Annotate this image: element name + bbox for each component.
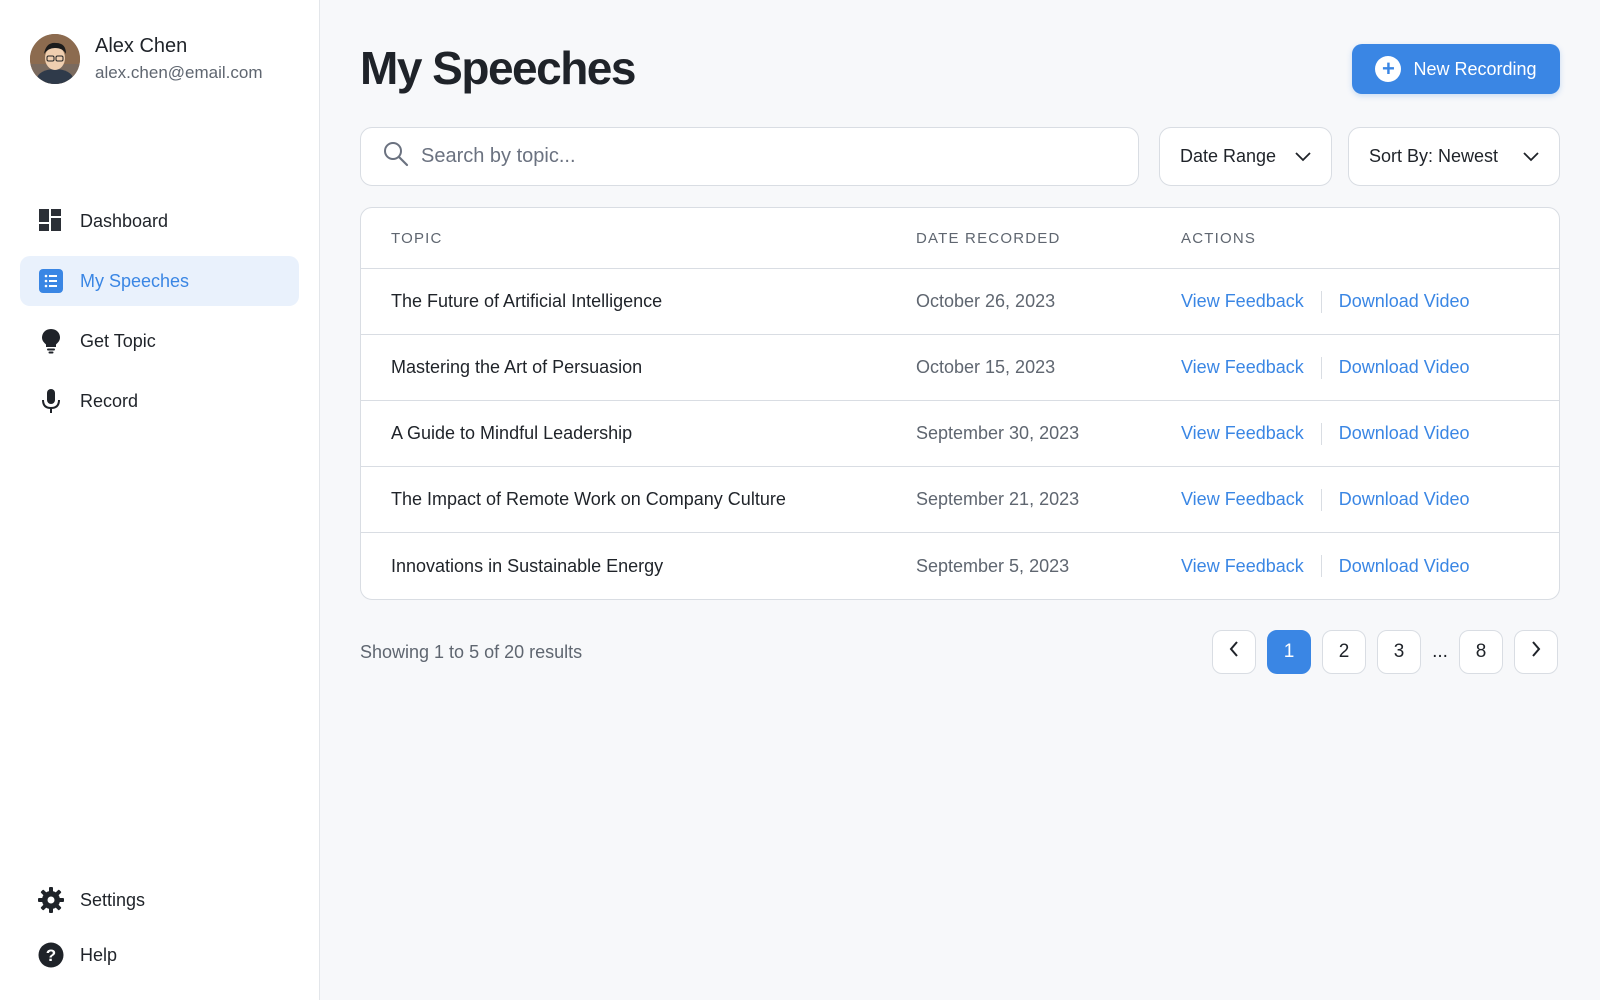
row-actions: View Feedback Download Video xyxy=(1181,488,1470,511)
sidebar-item-dashboard[interactable]: Dashboard xyxy=(20,196,299,246)
sidebar: Alex Chen alex.chen@email.com Dashboard xyxy=(0,0,320,1000)
download-video-link[interactable]: Download Video xyxy=(1339,556,1470,577)
column-header-date[interactable]: DATE RECORDED xyxy=(916,230,1061,247)
chevron-down-icon xyxy=(1523,146,1539,167)
sidebar-item-settings[interactable]: Settings xyxy=(20,875,299,925)
results-summary: Showing 1 to 5 of 20 results xyxy=(360,642,583,662)
download-video-link[interactable]: Download Video xyxy=(1339,357,1470,378)
row-date: October 15, 2023 xyxy=(916,357,1056,377)
row-topic: Innovations in Sustainable Energy xyxy=(391,555,664,576)
row-date: September 30, 2023 xyxy=(916,423,1080,443)
list-icon xyxy=(38,268,64,294)
row-topic: A Guide to Mindful Leadership xyxy=(391,423,633,443)
dashboard-icon xyxy=(38,208,64,234)
view-feedback-link[interactable]: View Feedback xyxy=(1181,489,1304,510)
sidebar-item-help[interactable]: ? Help xyxy=(20,930,299,980)
search-icon xyxy=(383,141,409,172)
table-row: The Impact of Remote Work on Company Cul… xyxy=(361,467,1559,533)
download-video-link[interactable]: Download Video xyxy=(1339,291,1470,312)
date-range-dropdown[interactable]: Date Range xyxy=(1159,127,1332,186)
speeches-table: TOPIC DATE RECORDED ACTIONS The Future o… xyxy=(360,207,1560,600)
row-date: September 5, 2023 xyxy=(916,555,1070,576)
sidebar-item-label: Record xyxy=(80,390,139,411)
next-page-button[interactable] xyxy=(1514,630,1558,674)
action-divider xyxy=(1320,356,1322,379)
sort-label: Sort By: Newest xyxy=(1369,146,1499,166)
help-icon: ? xyxy=(38,942,64,968)
pagination: 1 2 3 ... 8 xyxy=(1212,630,1569,674)
page-button-1[interactable]: 1 xyxy=(1267,630,1311,674)
table-row: The Future of Artificial Intelligence Oc… xyxy=(361,269,1559,335)
row-date: October 26, 2023 xyxy=(916,291,1056,311)
search-input[interactable] xyxy=(421,145,1101,168)
view-feedback-link[interactable]: View Feedback xyxy=(1181,291,1304,312)
sort-dropdown[interactable]: Sort By: Newest xyxy=(1348,127,1560,186)
sidebar-item-label: My Speeches xyxy=(80,270,190,291)
sidebar-item-record[interactable]: Record xyxy=(20,376,299,426)
date-range-label: Date Range xyxy=(1180,146,1277,166)
column-header-actions: ACTIONS xyxy=(1181,229,1257,247)
row-topic: Mastering the Art of Persuasion xyxy=(391,357,643,377)
sidebar-item-label: Get Topic xyxy=(80,330,156,351)
user-profile[interactable]: Alex Chen alex.chen@email.com xyxy=(30,33,263,85)
row-topic: The Future of Artificial Intelligence xyxy=(391,291,663,311)
new-recording-button[interactable]: + New Recording xyxy=(1352,44,1560,94)
new-recording-label: New Recording xyxy=(1413,58,1537,79)
user-name: Alex Chen xyxy=(95,35,188,57)
download-video-link[interactable]: Download Video xyxy=(1339,423,1470,444)
row-topic: The Impact of Remote Work on Company Cul… xyxy=(391,489,786,509)
table-row: Innovations in Sustainable Energy Septem… xyxy=(361,533,1559,599)
sidebar-bottom-nav: Settings ? Help xyxy=(20,875,299,985)
microphone-icon xyxy=(38,388,64,414)
sidebar-nav: Dashboard My Speeches Get Topic Record xyxy=(20,196,299,436)
sidebar-item-label: Help xyxy=(80,944,118,965)
chevron-left-icon xyxy=(1229,641,1239,663)
chevron-right-icon xyxy=(1531,641,1541,663)
sidebar-item-my-speeches[interactable]: My Speeches xyxy=(20,256,299,306)
action-divider xyxy=(1320,555,1322,577)
page-button-8[interactable]: 8 xyxy=(1459,630,1503,674)
download-video-link[interactable]: Download Video xyxy=(1339,489,1470,510)
plus-icon: + xyxy=(1375,56,1402,82)
row-actions: View Feedback Download Video xyxy=(1181,555,1470,577)
avatar xyxy=(30,34,80,84)
search-bar[interactable] xyxy=(360,127,1139,186)
svg-text:?: ? xyxy=(46,946,56,965)
page-title: My Speeches xyxy=(360,42,636,94)
chevron-down-icon xyxy=(1295,146,1311,167)
action-divider xyxy=(1320,290,1322,313)
table-row: A Guide to Mindful Leadership September … xyxy=(361,401,1559,467)
lightbulb-icon xyxy=(38,328,64,354)
view-feedback-link[interactable]: View Feedback xyxy=(1181,357,1304,378)
sidebar-item-get-topic[interactable]: Get Topic xyxy=(20,316,299,366)
user-email: alex.chen@email.com xyxy=(95,63,263,82)
page-button-3[interactable]: 3 xyxy=(1377,630,1421,674)
action-divider xyxy=(1320,422,1322,445)
column-header-topic[interactable]: TOPIC xyxy=(391,230,443,247)
sidebar-item-label: Dashboard xyxy=(80,210,169,231)
pagination-ellipsis: ... xyxy=(1432,641,1448,662)
table-header: TOPIC DATE RECORDED ACTIONS xyxy=(361,208,1559,269)
page-button-2[interactable]: 2 xyxy=(1322,630,1366,674)
gear-icon xyxy=(38,887,64,913)
view-feedback-link[interactable]: View Feedback xyxy=(1181,423,1304,444)
row-date: September 21, 2023 xyxy=(916,489,1080,509)
row-actions: View Feedback Download Video xyxy=(1181,422,1470,445)
row-actions: View Feedback Download Video xyxy=(1181,356,1470,379)
table-row: Mastering the Art of Persuasion October … xyxy=(361,335,1559,401)
sidebar-item-label: Settings xyxy=(80,889,146,910)
view-feedback-link[interactable]: View Feedback xyxy=(1181,556,1304,577)
action-divider xyxy=(1320,488,1322,511)
previous-page-button[interactable] xyxy=(1212,630,1256,674)
row-actions: View Feedback Download Video xyxy=(1181,290,1470,313)
